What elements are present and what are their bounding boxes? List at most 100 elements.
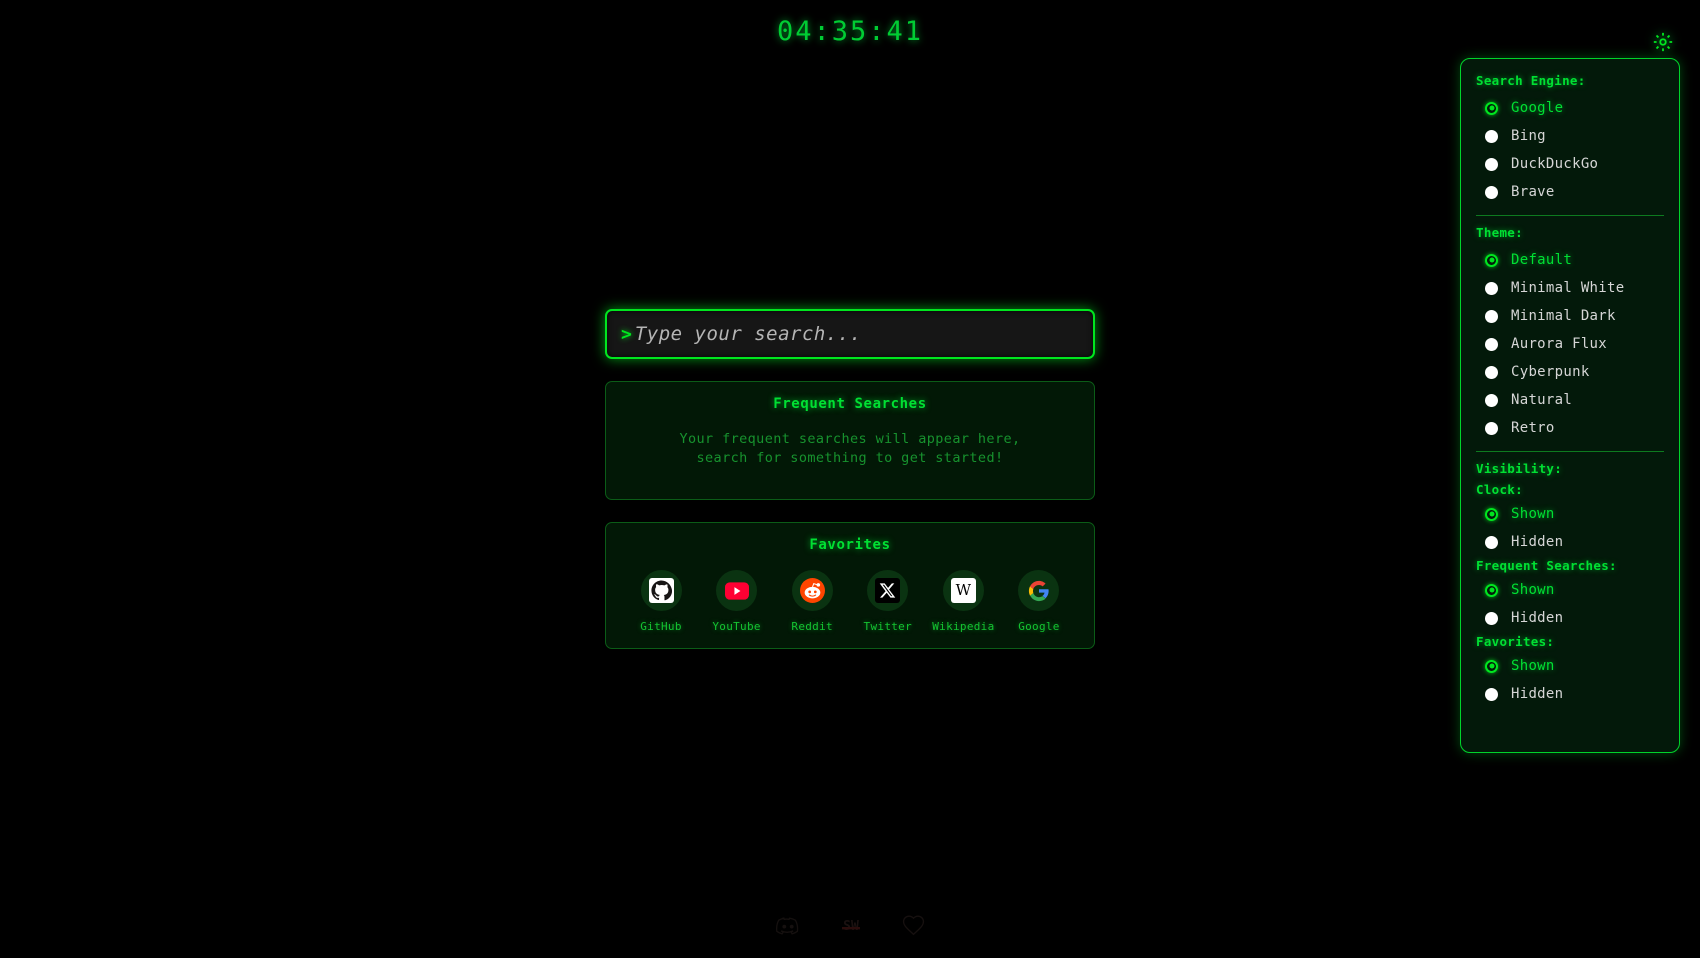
favorites-visibility-shown[interactable]: Shown bbox=[1476, 652, 1664, 680]
favorite-icon-wrap: W bbox=[942, 570, 984, 611]
frequent-searches-title: Frequent Searches bbox=[773, 396, 927, 412]
favorite-item-twitter[interactable]: Twitter bbox=[853, 570, 923, 633]
favorites-panel: Favorites GitHub YouTube Reddit Twitter … bbox=[605, 522, 1095, 649]
footer-links: SW bbox=[0, 915, 1700, 940]
favorites-title: Favorites bbox=[809, 537, 891, 553]
radio-icon[interactable] bbox=[1485, 583, 1498, 597]
sw-logo-icon[interactable]: SW bbox=[840, 917, 862, 938]
visibility-favorites-heading: Favorites: bbox=[1476, 634, 1555, 649]
wikipedia-icon: W bbox=[950, 578, 976, 603]
radio-icon[interactable] bbox=[1485, 421, 1498, 435]
favorite-label: Twitter bbox=[863, 620, 913, 633]
option-label: Brave bbox=[1511, 184, 1555, 200]
search-engine-heading: Search Engine: bbox=[1476, 73, 1586, 88]
favorite-label: Google bbox=[1018, 620, 1060, 633]
favorite-item-google[interactable]: Google bbox=[1004, 570, 1074, 633]
favorite-item-wikipedia[interactable]: W Wikipedia bbox=[928, 570, 998, 633]
clock-visibility-shown[interactable]: Shown bbox=[1476, 500, 1664, 528]
radio-icon[interactable] bbox=[1485, 535, 1498, 549]
option-label: Shown bbox=[1511, 658, 1555, 674]
radio-icon[interactable] bbox=[1485, 507, 1498, 521]
gear-icon bbox=[1652, 31, 1674, 57]
option-label: Minimal Dark bbox=[1511, 308, 1616, 324]
option-label: Bing bbox=[1511, 128, 1546, 144]
frequent-empty-line-1: Your frequent searches will appear here, bbox=[679, 431, 1021, 447]
favorite-icon-wrap bbox=[716, 570, 758, 611]
settings-gear-button[interactable] bbox=[1650, 31, 1676, 57]
divider bbox=[1476, 451, 1664, 452]
option-label: Aurora Flux bbox=[1511, 336, 1608, 352]
reddit-icon bbox=[799, 578, 825, 603]
favorite-label: Reddit bbox=[791, 620, 833, 633]
theme-option-retro[interactable]: Retro bbox=[1476, 414, 1664, 442]
search-bar[interactable]: > bbox=[605, 309, 1095, 359]
radio-icon[interactable] bbox=[1485, 185, 1498, 199]
theme-option-cyberpunk[interactable]: Cyberpunk bbox=[1476, 358, 1664, 386]
favorite-icon-wrap bbox=[791, 570, 833, 611]
radio-icon[interactable] bbox=[1485, 659, 1498, 673]
option-label: Hidden bbox=[1511, 534, 1564, 550]
option-label: DuckDuckGo bbox=[1511, 156, 1599, 172]
frequent-visibility-hidden[interactable]: Hidden bbox=[1476, 604, 1664, 632]
search-input[interactable] bbox=[634, 323, 1079, 345]
search-engine-option-duckduckgo[interactable]: DuckDuckGo bbox=[1476, 150, 1664, 178]
option-label: Shown bbox=[1511, 582, 1555, 598]
option-label: Google bbox=[1511, 100, 1564, 116]
visibility-heading: Visibility: bbox=[1476, 461, 1563, 476]
frequent-empty-line-2: search for something to get started! bbox=[696, 450, 1004, 466]
radio-icon[interactable] bbox=[1485, 393, 1498, 407]
option-label: Retro bbox=[1511, 420, 1555, 436]
option-label: Hidden bbox=[1511, 610, 1564, 626]
youtube-icon bbox=[724, 578, 749, 603]
favorite-item-github[interactable]: GitHub bbox=[626, 570, 696, 633]
heart-icon[interactable] bbox=[902, 915, 925, 940]
radio-icon[interactable] bbox=[1485, 337, 1498, 351]
theme-option-minimal-white[interactable]: Minimal White bbox=[1476, 274, 1664, 302]
favorites-grid: GitHub YouTube Reddit Twitter W Wikipedi… bbox=[622, 570, 1078, 633]
favorite-label: GitHub bbox=[640, 620, 682, 633]
radio-icon[interactable] bbox=[1485, 611, 1498, 625]
main-content: > Frequent Searches Your frequent search… bbox=[605, 0, 1095, 958]
theme-heading: Theme: bbox=[1476, 225, 1523, 240]
favorite-item-youtube[interactable]: YouTube bbox=[702, 570, 772, 633]
discord-icon[interactable] bbox=[775, 916, 800, 939]
radio-icon[interactable] bbox=[1485, 129, 1498, 143]
favorite-icon-wrap bbox=[1018, 570, 1060, 611]
favorites-visibility-hidden[interactable]: Hidden bbox=[1476, 680, 1664, 708]
search-engine-option-google[interactable]: Google bbox=[1476, 94, 1664, 122]
option-label: Cyberpunk bbox=[1511, 364, 1590, 380]
frequent-visibility-shown[interactable]: Shown bbox=[1476, 576, 1664, 604]
github-icon bbox=[648, 578, 674, 603]
search-engine-option-bing[interactable]: Bing bbox=[1476, 122, 1664, 150]
visibility-clock-heading: Clock: bbox=[1476, 482, 1523, 497]
theme-option-minimal-dark[interactable]: Minimal Dark bbox=[1476, 302, 1664, 330]
divider bbox=[1476, 215, 1664, 216]
option-label: Minimal White bbox=[1511, 280, 1625, 296]
theme-option-natural[interactable]: Natural bbox=[1476, 386, 1664, 414]
option-label: Shown bbox=[1511, 506, 1555, 522]
radio-icon[interactable] bbox=[1485, 101, 1498, 115]
frequent-searches-panel: Frequent Searches Your frequent searches… bbox=[605, 381, 1095, 500]
settings-panel: Search Engine: Google Bing DuckDuckGo Br… bbox=[1460, 58, 1680, 753]
radio-icon[interactable] bbox=[1485, 365, 1498, 379]
theme-option-aurora-flux[interactable]: Aurora Flux bbox=[1476, 330, 1664, 358]
radio-icon[interactable] bbox=[1485, 157, 1498, 171]
favorite-label: YouTube bbox=[712, 620, 761, 633]
favorite-icon-wrap bbox=[640, 570, 682, 611]
search-engine-option-brave[interactable]: Brave bbox=[1476, 178, 1664, 206]
option-label: Natural bbox=[1511, 392, 1573, 408]
radio-icon[interactable] bbox=[1485, 309, 1498, 323]
radio-icon[interactable] bbox=[1485, 253, 1498, 267]
theme-option-default[interactable]: Default bbox=[1476, 246, 1664, 274]
radio-icon[interactable] bbox=[1485, 281, 1498, 295]
prompt-caret-icon: > bbox=[621, 323, 632, 345]
option-label: Default bbox=[1511, 252, 1573, 268]
frequent-searches-empty-state: Your frequent searches will appear here,… bbox=[606, 430, 1094, 468]
option-label: Hidden bbox=[1511, 686, 1564, 702]
favorite-item-reddit[interactable]: Reddit bbox=[777, 570, 847, 633]
clock-visibility-hidden[interactable]: Hidden bbox=[1476, 528, 1664, 556]
google-icon bbox=[1026, 578, 1051, 603]
visibility-frequent-heading: Frequent Searches: bbox=[1476, 558, 1617, 573]
radio-icon[interactable] bbox=[1485, 687, 1498, 701]
svg-text:SW: SW bbox=[843, 919, 859, 934]
